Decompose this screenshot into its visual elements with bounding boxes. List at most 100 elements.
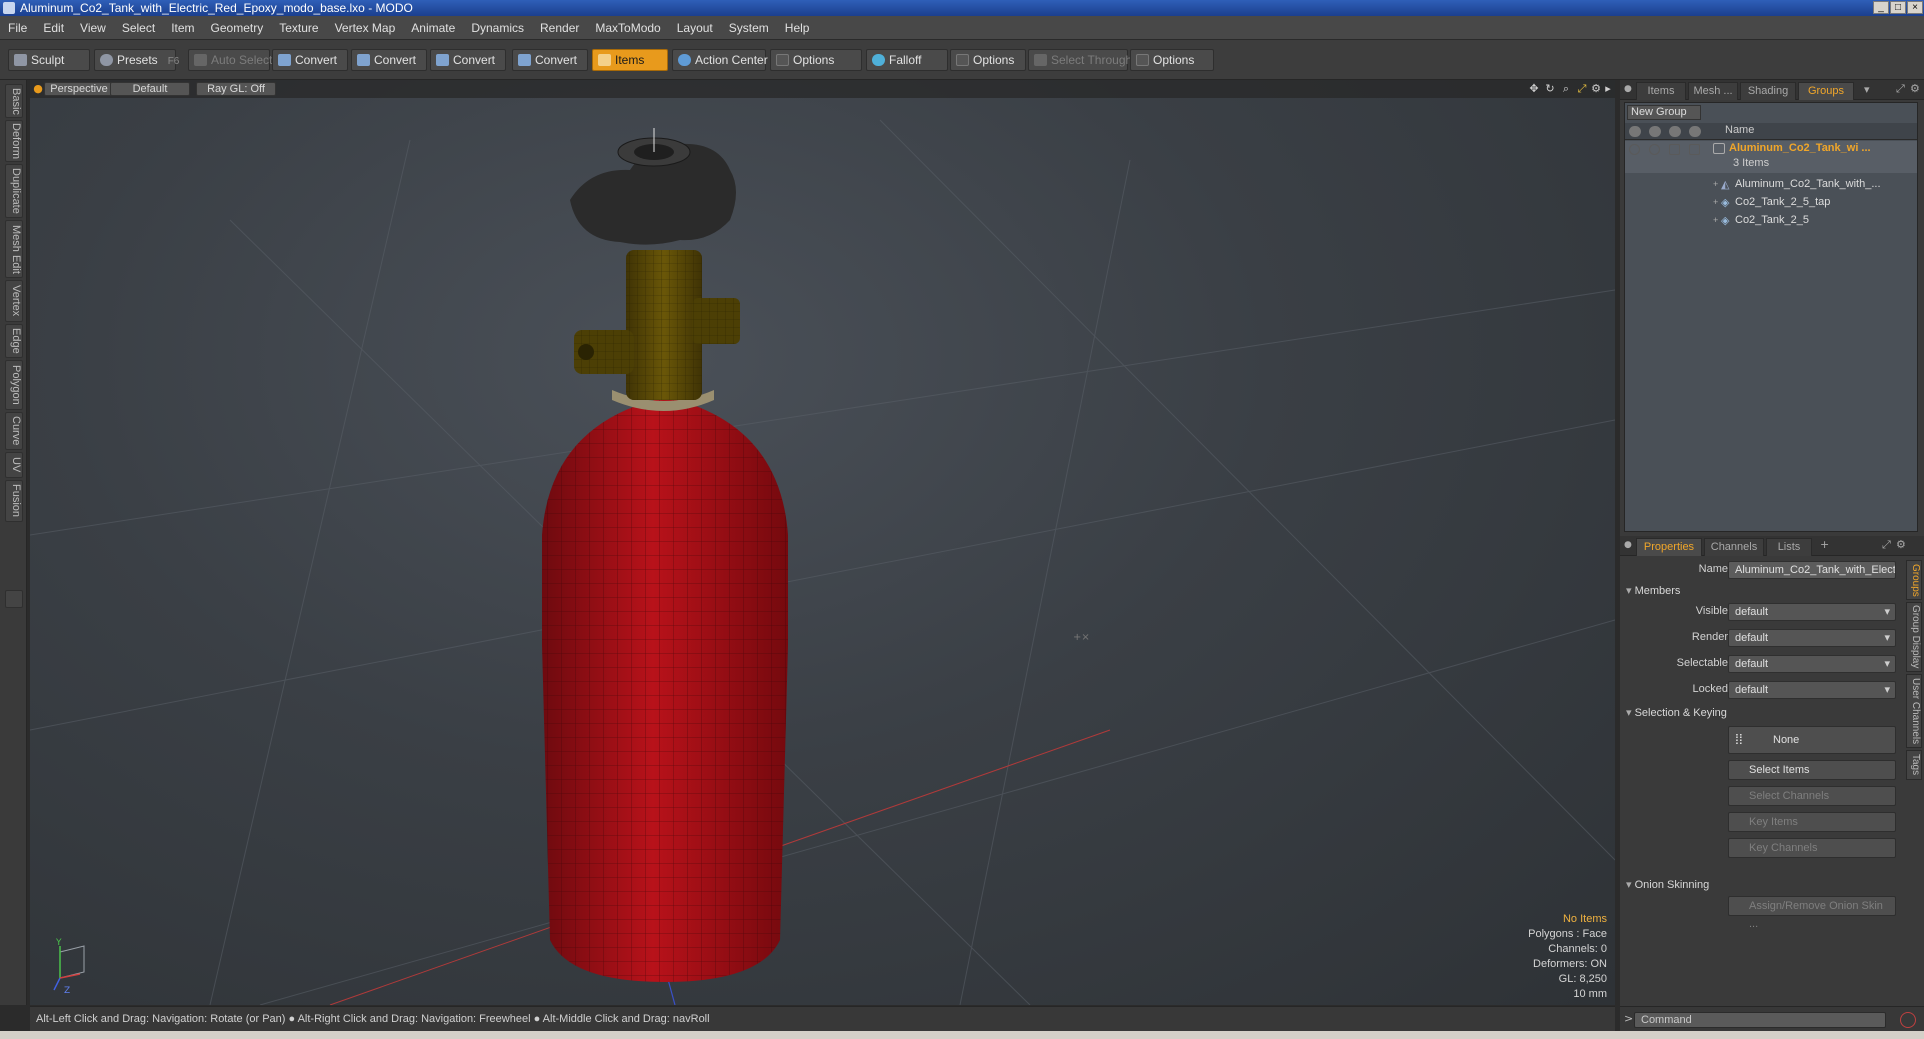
tab-mesh[interactable]: Mesh ... bbox=[1688, 82, 1738, 100]
side-tab-group-display[interactable]: Group Display bbox=[1906, 602, 1922, 672]
visible-dropdown[interactable]: default bbox=[1728, 603, 1896, 621]
selection-keying-section[interactable]: Selection & Keying bbox=[1626, 706, 1727, 719]
gear-icon[interactable]: ⚙ bbox=[1590, 83, 1602, 95]
key-items-button[interactable]: Key Items bbox=[1728, 812, 1896, 832]
group-row-root[interactable]: Aluminum_Co2_Tank_wi ... 3 Items bbox=[1625, 141, 1917, 173]
render-toggle-icon[interactable] bbox=[1649, 144, 1660, 155]
menu-view[interactable]: View bbox=[72, 16, 114, 40]
action-center-button[interactable]: Action Center bbox=[672, 49, 768, 71]
expand-icon[interactable]: + bbox=[1713, 197, 1718, 207]
tab-polygon[interactable]: Polygon bbox=[5, 360, 23, 410]
tab-uv[interactable]: UV bbox=[5, 452, 23, 478]
sculpt-button[interactable]: Sculpt bbox=[8, 49, 90, 71]
tabs-dropdown-icon[interactable]: ▾ bbox=[1864, 83, 1870, 96]
side-tab-groups[interactable]: Groups bbox=[1906, 560, 1922, 600]
panel-menu-icon[interactable]: ● bbox=[1624, 84, 1632, 94]
tab-mesh-edit[interactable]: Mesh Edit bbox=[5, 220, 23, 278]
tab-curve[interactable]: Curve bbox=[5, 412, 23, 450]
panel-gear-icon[interactable]: ⚙ bbox=[1910, 82, 1920, 95]
minimize-button[interactable]: _ bbox=[1873, 1, 1889, 14]
options-button-1[interactable]: Options bbox=[770, 49, 862, 71]
select-column-icon[interactable] bbox=[1689, 126, 1701, 137]
menu-render[interactable]: Render bbox=[532, 16, 587, 40]
tab-vertex[interactable]: Vertex bbox=[5, 280, 23, 322]
maximize-viewport-icon[interactable]: ⤢ bbox=[1576, 83, 1588, 95]
tab-extra[interactable] bbox=[5, 590, 23, 608]
pivot-marker: +× bbox=[1073, 632, 1090, 643]
lock-toggle-icon[interactable] bbox=[1669, 144, 1680, 155]
group-child-row[interactable]: + ◈ Co2_Tank_2_5_tap bbox=[1625, 195, 1917, 211]
eye-icon[interactable] bbox=[1629, 144, 1640, 155]
view-type-button[interactable]: Perspective bbox=[44, 82, 114, 96]
zoom-icon[interactable]: ⌕ bbox=[1560, 83, 1572, 95]
tab-deform[interactable]: Deform bbox=[5, 120, 23, 162]
convert-button-3[interactable]: Convert bbox=[430, 49, 506, 71]
rotate-icon[interactable]: ↻ bbox=[1544, 83, 1556, 95]
name-field[interactable]: Aluminum_Co2_Tank_with_Electr bbox=[1728, 561, 1896, 579]
tab-fusion[interactable]: Fusion bbox=[5, 480, 23, 522]
menu-layout[interactable]: Layout bbox=[669, 16, 721, 40]
menu-select[interactable]: Select bbox=[114, 16, 163, 40]
locked-label: Locked bbox=[1692, 683, 1728, 695]
group-child-row[interactable]: + ◈ Co2_Tank_2_5 bbox=[1625, 213, 1917, 229]
key-channels-button[interactable]: Key Channels bbox=[1728, 838, 1896, 858]
side-tab-user-channels[interactable]: User Channels bbox=[1906, 674, 1922, 748]
menu-dynamics[interactable]: Dynamics bbox=[463, 16, 532, 40]
select-channels-button[interactable]: Select Channels bbox=[1728, 786, 1896, 806]
menu-vertex-map[interactable]: Vertex Map bbox=[327, 16, 404, 40]
convert-button-4[interactable]: Convert bbox=[512, 49, 588, 71]
options-button-3[interactable]: Options bbox=[1130, 49, 1214, 71]
menu-system[interactable]: System bbox=[721, 16, 777, 40]
menu-maxtomodo[interactable]: MaxToModo bbox=[587, 16, 668, 40]
expand-icon[interactable]: + bbox=[1713, 179, 1718, 189]
convert-button-1[interactable]: Convert bbox=[272, 49, 348, 71]
options-button-2[interactable]: Options bbox=[950, 49, 1026, 71]
tab-groups[interactable]: Groups bbox=[1798, 82, 1854, 100]
panel-maximize-icon[interactable]: ⤢ bbox=[1896, 82, 1905, 96]
pan-icon[interactable]: ✥ bbox=[1528, 83, 1540, 95]
close-button[interactable]: × bbox=[1907, 1, 1923, 14]
auto-select-button[interactable]: Auto Select bbox=[188, 49, 272, 71]
tab-basic[interactable]: Basic bbox=[5, 84, 23, 118]
tab-edge[interactable]: Edge bbox=[5, 324, 23, 358]
raygl-button[interactable]: Ray GL: Off bbox=[196, 82, 276, 96]
record-icon[interactable] bbox=[1900, 1012, 1916, 1028]
items-mode-button[interactable]: Items bbox=[592, 49, 668, 71]
menu-help[interactable]: Help bbox=[777, 16, 818, 40]
falloff-button[interactable]: Falloff bbox=[866, 49, 948, 71]
group-child-row[interactable]: + ◭ Aluminum_Co2_Tank_with_... bbox=[1625, 177, 1917, 193]
keying-mode-button[interactable]: ⁞⁞ None bbox=[1728, 726, 1896, 754]
select-items-button[interactable]: Select Items bbox=[1728, 760, 1896, 780]
maximize-button[interactable]: □ bbox=[1890, 1, 1906, 14]
select-through-button[interactable]: Select Through bbox=[1028, 49, 1132, 71]
side-tab-tags[interactable]: Tags bbox=[1906, 750, 1922, 780]
tab-duplicate[interactable]: Duplicate bbox=[5, 164, 23, 218]
visibility-column-icon[interactable] bbox=[1629, 126, 1641, 137]
menu-texture[interactable]: Texture bbox=[271, 16, 326, 40]
select-toggle-icon[interactable] bbox=[1689, 144, 1700, 155]
tab-shading[interactable]: Shading bbox=[1740, 82, 1796, 100]
menu-geometry[interactable]: Geometry bbox=[203, 16, 272, 40]
menu-file[interactable]: File bbox=[0, 16, 35, 40]
play-icon[interactable]: ▸ bbox=[1602, 83, 1614, 95]
convert-button-2[interactable]: Convert bbox=[351, 49, 427, 71]
new-group-button[interactable]: New Group bbox=[1627, 105, 1701, 120]
expand-icon[interactable]: + bbox=[1713, 215, 1718, 225]
menu-animate[interactable]: Animate bbox=[403, 16, 463, 40]
render-dropdown[interactable]: default bbox=[1728, 629, 1896, 647]
menu-item[interactable]: Item bbox=[163, 16, 202, 40]
members-section[interactable]: Members bbox=[1626, 584, 1681, 597]
selectable-dropdown[interactable]: default bbox=[1728, 655, 1896, 673]
menu-edit[interactable]: Edit bbox=[35, 16, 72, 40]
3d-viewport[interactable]: +× ● Perspective Default Ray GL: Off ✥ ↻… bbox=[30, 80, 1615, 1005]
lock-column-icon[interactable] bbox=[1669, 126, 1681, 137]
command-input[interactable]: Command bbox=[1634, 1012, 1886, 1028]
shading-style-button[interactable]: Default bbox=[110, 82, 190, 96]
assign-onion-skin-button[interactable]: Assign/Remove Onion Skin ... bbox=[1728, 896, 1896, 930]
render-column-icon[interactable] bbox=[1649, 126, 1661, 137]
locked-dropdown[interactable]: default bbox=[1728, 681, 1896, 699]
tab-items[interactable]: Items bbox=[1636, 82, 1686, 100]
onion-skinning-section[interactable]: Onion Skinning bbox=[1626, 878, 1710, 891]
viewport-menu-icon[interactable]: ● bbox=[32, 83, 44, 95]
presets-button[interactable]: Presets F6 bbox=[94, 49, 179, 71]
